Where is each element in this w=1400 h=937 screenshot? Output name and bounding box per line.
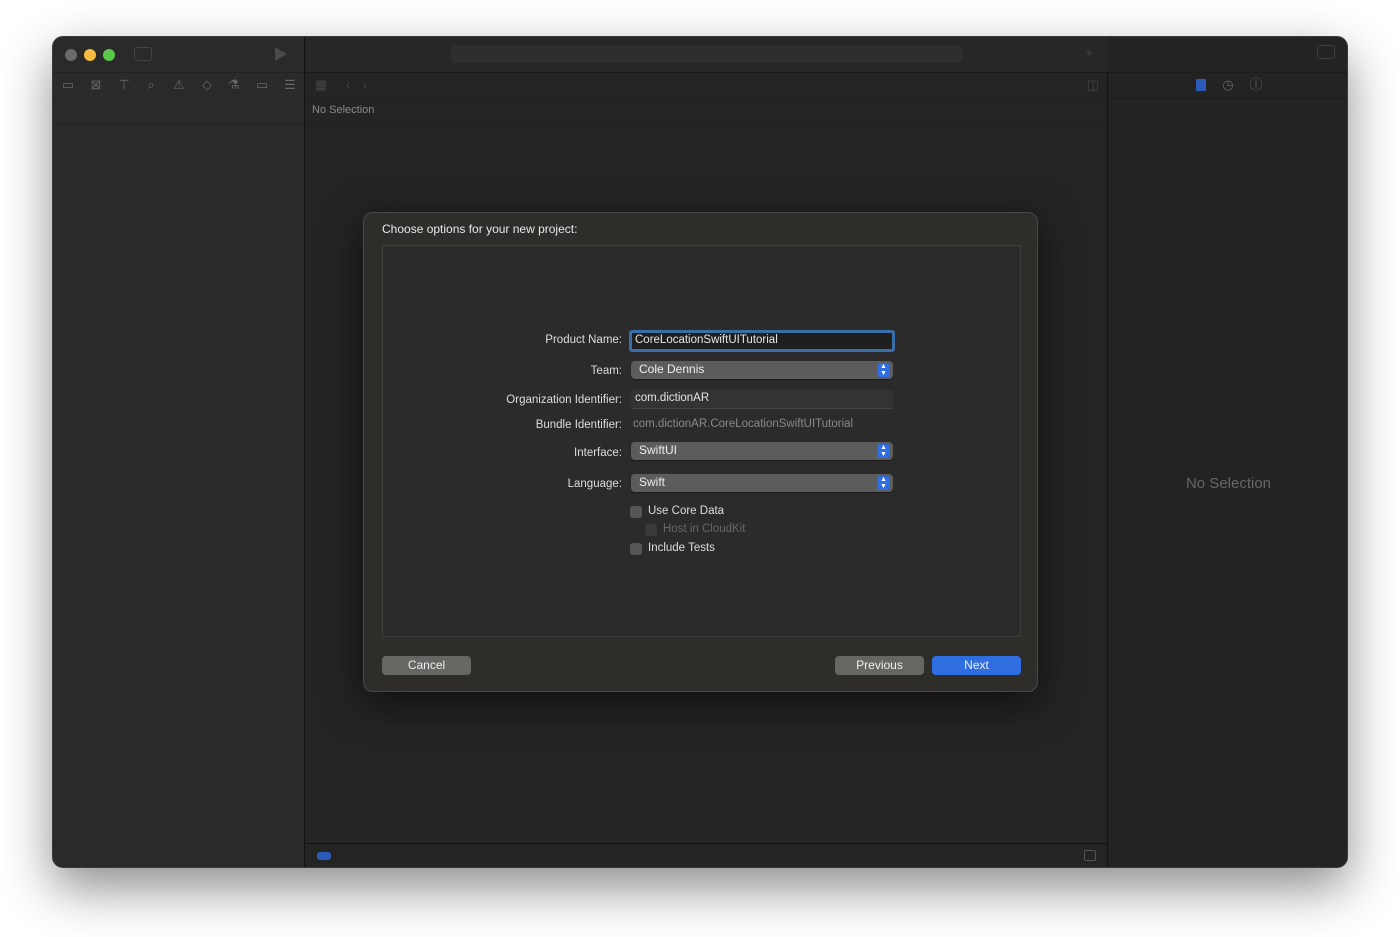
debug-icon[interactable]: ⚗: [226, 78, 242, 92]
host-in-cloudkit-label: Host in CloudKit: [663, 523, 746, 535]
org-identifier-label: Organization Identifier:: [506, 394, 622, 406]
use-core-data-checkbox[interactable]: [630, 506, 642, 518]
new-project-dialog: Choose options for your new project: Pro…: [363, 212, 1038, 692]
grid-icon[interactable]: ▦: [313, 78, 329, 92]
report-icon[interactable]: ☰: [282, 78, 298, 92]
inspector-toggle-icon[interactable]: [1317, 45, 1335, 59]
file-icon[interactable]: [1196, 79, 1206, 91]
team-select[interactable]: Cole Dennis ▲ ▼: [631, 361, 893, 379]
inspector: ◷ ⓘ No Selection: [1108, 37, 1347, 867]
inspector-no-selection: No Selection: [1185, 475, 1272, 492]
minimize-button[interactable]: [84, 49, 96, 61]
folder-icon[interactable]: ▭: [60, 78, 76, 92]
interface-label: Interface:: [574, 447, 622, 459]
sidebar-toggle-icon[interactable]: [134, 47, 152, 61]
include-tests-label: Include Tests: [648, 542, 715, 554]
chevron-up-down-icon: ▲ ▼: [877, 444, 890, 458]
bundle-identifier-value: com.dictionAR.CoreLocationSwiftUITutoria…: [633, 418, 854, 430]
team-label: Team:: [590, 365, 622, 377]
hierarchy-icon[interactable]: ⊤: [116, 78, 132, 92]
host-in-cloudkit-checkbox[interactable]: [645, 524, 657, 536]
history-icon[interactable]: ◷: [1220, 78, 1236, 92]
chevron-up-down-icon: ▲ ▼: [877, 363, 890, 377]
interface-select[interactable]: SwiftUI ▲ ▼: [631, 442, 893, 460]
next-button[interactable]: Next: [932, 656, 1021, 675]
run-icon[interactable]: [275, 47, 287, 61]
product-name-label: Product Name:: [545, 334, 622, 346]
forward-icon[interactable]: ›: [357, 78, 373, 92]
navigator-sidebar: ▭ ⊠ ⊤ ⌕ ⚠ ◇ ⚗ ▭ ☰: [53, 37, 305, 867]
no-selection-label: No Selection: [312, 104, 375, 116]
search-icon[interactable]: ⌕: [143, 78, 159, 92]
org-identifier-input[interactable]: com.dictionAR: [631, 390, 893, 409]
language-label: Language:: [567, 478, 622, 490]
help-icon[interactable]: ⓘ: [1248, 78, 1264, 92]
source-control-icon[interactable]: ⊠: [88, 78, 104, 92]
options-panel: Product Name: CoreLocationSwiftUITutoria…: [382, 245, 1021, 637]
add-icon[interactable]: +: [1081, 46, 1097, 60]
previous-button[interactable]: Previous: [835, 656, 924, 675]
dialog-title: Choose options for your new project:: [382, 222, 578, 236]
add-editor-icon[interactable]: ◫: [1085, 78, 1101, 92]
use-core-data-label: Use Core Data: [648, 505, 725, 517]
breakpoint-icon[interactable]: ▭: [254, 78, 270, 92]
debug-area-toggle-icon[interactable]: [1084, 850, 1096, 861]
test-icon[interactable]: ◇: [199, 78, 215, 92]
filter-icon[interactable]: [317, 852, 331, 860]
back-icon[interactable]: ‹: [340, 78, 356, 92]
cancel-button[interactable]: Cancel: [382, 656, 471, 675]
zoom-button[interactable]: [103, 49, 115, 61]
activity-view: [451, 45, 963, 63]
chevron-up-down-icon: ▲ ▼: [877, 476, 890, 490]
include-tests-checkbox[interactable]: [630, 543, 642, 555]
bundle-identifier-label: Bundle Identifier:: [535, 419, 622, 431]
product-name-input[interactable]: CoreLocationSwiftUITutorial: [629, 330, 895, 352]
close-button[interactable]: [65, 49, 77, 61]
language-select[interactable]: Swift ▲ ▼: [631, 474, 893, 492]
warning-icon[interactable]: ⚠: [171, 78, 187, 92]
